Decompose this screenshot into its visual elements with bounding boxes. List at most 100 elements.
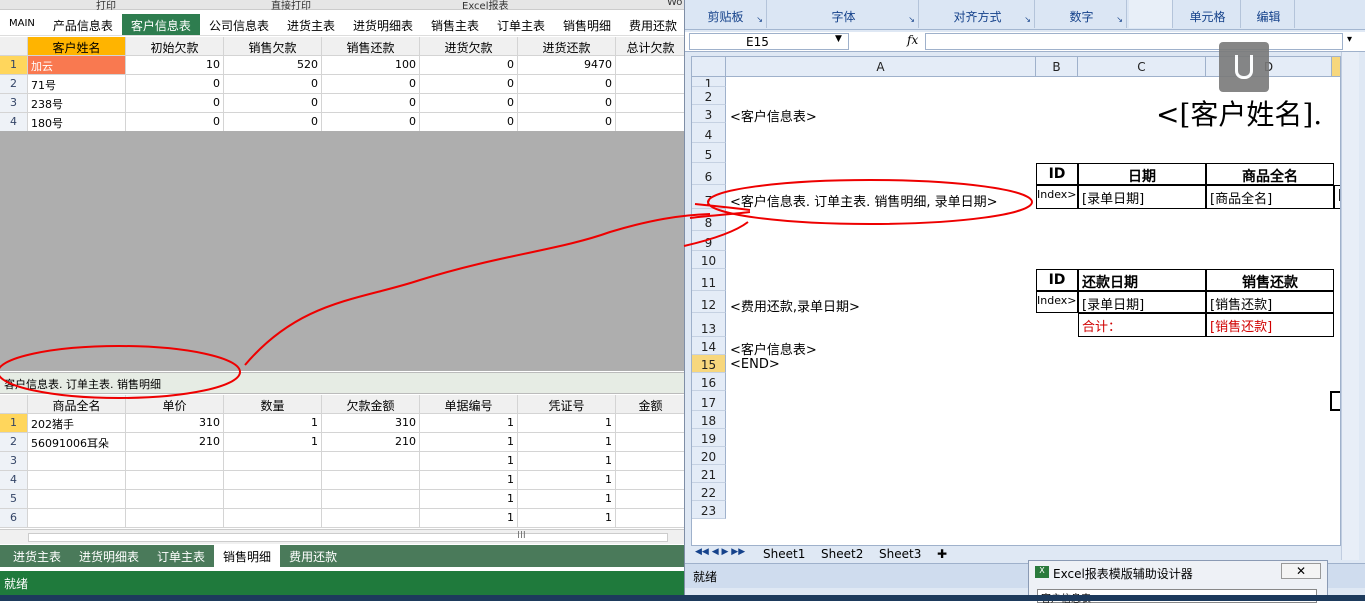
col-header-E[interactable] — [1332, 57, 1340, 77]
detail_grid-cell[interactable] — [126, 490, 224, 509]
customer_grid-cell[interactable]: 0 — [322, 94, 420, 113]
customer_grid-cell[interactable]: 0 — [420, 56, 518, 75]
customer_grid-cell[interactable]: 0 — [518, 75, 616, 94]
col-header-product-name[interactable]: 商品全名 — [28, 395, 126, 414]
ribbon-group-number[interactable]: 数字 ↘ — [1037, 0, 1127, 28]
horizontal-scrollbar[interactable]: III — [0, 529, 684, 544]
excel-row-header[interactable]: 1 — [692, 77, 726, 91]
detail_grid-cell[interactable]: 310 — [322, 414, 420, 433]
select-all-corner[interactable] — [692, 57, 726, 77]
detail_grid-cell[interactable] — [126, 452, 224, 471]
detail_grid-cell[interactable]: 1 — [420, 509, 518, 528]
col-header-total-debt[interactable]: 总计欠款 — [616, 37, 684, 56]
row-number[interactable]: 1 — [0, 414, 28, 433]
tab-sales-main[interactable]: 销售主表 — [422, 14, 488, 35]
detail_grid-cell[interactable]: 210 — [126, 433, 224, 452]
cell-A5[interactable]: <客户信息表. 订单主表. 销售明细, 录单日期> — [730, 191, 998, 210]
row-number[interactable]: 6 — [0, 509, 28, 528]
col-header-purchase-repay[interactable]: 进货还款 — [518, 37, 616, 56]
tab-purchase-main[interactable]: 进货主表 — [278, 14, 344, 35]
name-box[interactable]: E15 — [689, 33, 849, 50]
col-header-purchase-debt[interactable]: 进货欠款 — [420, 37, 518, 56]
excel-row-header[interactable]: 11 — [692, 269, 726, 291]
fx-icon[interactable]: fx — [907, 33, 918, 47]
cell-E5[interactable]: [ — [1334, 185, 1340, 209]
detail_grid-cell[interactable]: 310 — [126, 414, 224, 433]
cell-A10[interactable]: <费用还款,录单日期> — [730, 296, 860, 315]
detail_grid-row[interactable]: 5 11 — [0, 490, 684, 509]
row-number[interactable]: 3 — [0, 94, 28, 113]
detail_grid-cell[interactable] — [28, 490, 126, 509]
row-number[interactable]: 4 — [0, 113, 28, 132]
detail_grid-cell[interactable]: 1 — [518, 433, 616, 452]
excel-row-header[interactable]: 21 — [692, 465, 726, 483]
ribbon-group-alignment[interactable]: 对齐方式 ↘ — [921, 0, 1035, 28]
vertical-scrollbar[interactable] — [1341, 52, 1359, 560]
detail_grid-cell[interactable] — [126, 471, 224, 490]
excel-row-header[interactable]: 3 — [692, 105, 726, 123]
cell-D9[interactable]: 销售还款 — [1206, 269, 1334, 291]
floating-usb-icon[interactable] — [1219, 42, 1269, 92]
customer_grid-cell[interactable]: 100 — [322, 56, 420, 75]
customer_grid-row[interactable]: 3 238号 0 0 0 0 0 — [0, 94, 684, 113]
bottom-tab-expense-repay[interactable]: 费用还款 — [280, 545, 346, 567]
cell-A13[interactable]: <END> — [730, 357, 780, 372]
customer_grid-cell[interactable]: 0 — [420, 94, 518, 113]
tab-order-main[interactable]: 订单主表 — [488, 14, 554, 35]
customer_grid-cell[interactable]: 238号 — [28, 94, 126, 113]
tab-customer-info[interactable]: 客户信息表 — [121, 14, 200, 35]
customer_grid-cell[interactable]: 71号 — [28, 75, 126, 94]
col-header-voucher-number[interactable]: 凭证号 — [518, 395, 616, 414]
customer_grid-cell[interactable]: 9470 — [518, 56, 616, 75]
detail_grid-cell[interactable]: 1 — [420, 452, 518, 471]
customer_grid-cell[interactable]: 0 — [126, 113, 224, 132]
customer_grid-cell[interactable]: 0 — [224, 113, 322, 132]
col-header-quantity[interactable]: 数量 — [224, 395, 322, 414]
detail_grid-cell[interactable]: 1 — [420, 414, 518, 433]
sheet-tab-1[interactable]: Sheet1 — [763, 547, 805, 561]
detail_grid-cell[interactable] — [322, 452, 420, 471]
cell-A2[interactable]: <客户信息表> — [730, 106, 817, 125]
excel-row-header[interactable]: 14 — [692, 337, 726, 355]
col-header-amount[interactable]: 金额 — [616, 395, 684, 414]
ribbon-group-editing[interactable]: 编辑 — [1243, 0, 1295, 28]
cell-D10[interactable]: [销售还款] — [1206, 291, 1334, 313]
customer_grid-cell[interactable]: 0 — [224, 75, 322, 94]
excel-row-header[interactable]: 10 — [692, 251, 726, 269]
insert-sheet-icon[interactable]: ✚ — [937, 547, 947, 561]
dialog-launcher-icon[interactable]: ↘ — [756, 15, 763, 24]
col-header-B[interactable]: B — [1036, 57, 1078, 77]
ribbon-group-cells[interactable]: 单元格 — [1175, 0, 1241, 28]
cell-B10[interactable]: Index> — [1036, 291, 1078, 313]
excel-row-header[interactable]: 23 — [692, 501, 726, 519]
cell-B9[interactable]: ID — [1036, 269, 1078, 291]
excel-row-header[interactable]: 13 — [692, 313, 726, 337]
tab-company-info[interactable]: 公司信息表 — [200, 14, 278, 35]
customer_grid-cell[interactable]: 0 — [322, 113, 420, 132]
excel-row-header[interactable]: 2 — [692, 87, 726, 105]
formula-input[interactable] — [925, 33, 1343, 50]
customer_grid-cell[interactable]: 0 — [420, 113, 518, 132]
dialog-launcher-icon[interactable]: ↘ — [908, 15, 915, 24]
excel-row-header[interactable]: 8 — [692, 209, 726, 231]
row-number[interactable]: 5 — [0, 490, 28, 509]
customer_grid-cell[interactable]: 0 — [518, 113, 616, 132]
detail_grid-cell[interactable] — [616, 509, 684, 528]
ribbon-group-font[interactable]: 字体 ↘ — [769, 0, 919, 28]
active-cell-E15[interactable] — [1330, 391, 1340, 411]
tab-expense-repay[interactable]: 费用还款 — [620, 14, 684, 35]
detail_grid-cell[interactable]: 1 — [518, 452, 616, 471]
customer_grid-cell[interactable]: 180号 — [28, 113, 126, 132]
detail_grid-cell[interactable] — [28, 452, 126, 471]
customer_grid-cell[interactable]: 0 — [420, 75, 518, 94]
bottom-tab-order-main[interactable]: 订单主表 — [148, 545, 214, 567]
detail_grid-cell[interactable]: 1 — [224, 414, 322, 433]
detail_grid-cell[interactable]: 1 — [518, 509, 616, 528]
ribbon-group-clipboard[interactable]: 剪贴板 ↘ — [685, 0, 767, 28]
col-header-doc-number[interactable]: 单据编号 — [420, 395, 518, 414]
cell-B5[interactable]: Index> — [1036, 185, 1078, 209]
cell-C9[interactable]: 还款日期 — [1078, 269, 1206, 291]
row-number[interactable]: 2 — [0, 433, 28, 452]
sheet-tab-2[interactable]: Sheet2 — [821, 547, 863, 561]
excel-report-label[interactable]: Excel报表 — [462, 0, 509, 12]
